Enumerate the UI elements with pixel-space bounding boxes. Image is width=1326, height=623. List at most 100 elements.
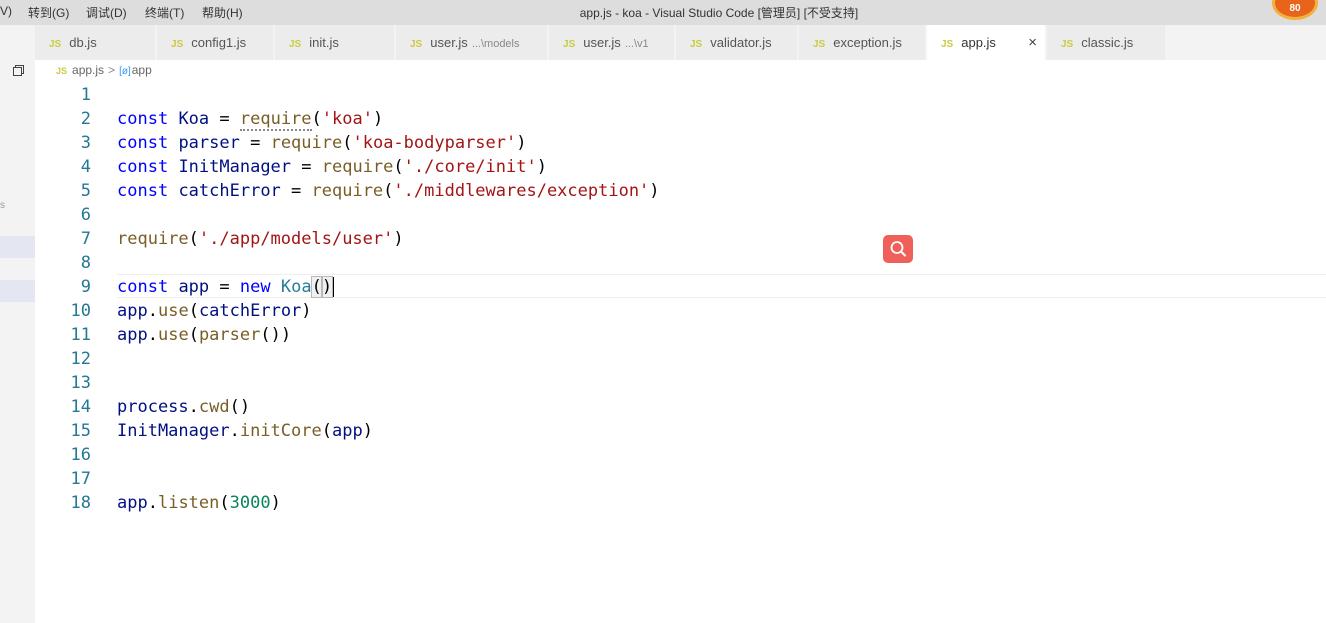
- code-line[interactable]: 14 process.cwd(): [35, 395, 1326, 419]
- code-line[interactable]: 11 app.use(parser()): [35, 323, 1326, 347]
- tab-label: config1.js: [191, 35, 247, 50]
- tab-app-js[interactable]: JS app.js ×: [927, 25, 1046, 60]
- tab-label: app.js: [961, 35, 996, 50]
- code-line[interactable]: 6: [35, 203, 1326, 227]
- tab-description: ...\models: [471, 38, 520, 50]
- code-token: =: [280, 181, 312, 201]
- code-line[interactable]: 1: [35, 83, 1326, 107]
- breadcrumb: JS app.js > [ø]app: [56, 63, 152, 77]
- tab-user-js-models[interactable]: JS user.js ...\models: [396, 25, 548, 60]
- code-token: InitManager: [178, 157, 292, 177]
- tab-config1-js[interactable]: JS config1.js: [157, 25, 274, 60]
- code-token: app: [178, 277, 210, 297]
- code-text: app.use(parser()): [117, 323, 291, 347]
- js-file-icon: JS: [171, 39, 184, 50]
- line-number: 2: [80, 109, 91, 129]
- code-line[interactable]: 18 app.listen(3000): [35, 491, 1326, 515]
- code-text: const InitManager = require('./core/init…: [117, 155, 547, 179]
- code-token: Koa: [280, 277, 312, 297]
- tab-db-js[interactable]: JS db.js: [35, 25, 156, 60]
- code-line[interactable]: 16: [35, 443, 1326, 467]
- code-token: const: [117, 181, 169, 201]
- tab-exception-js[interactable]: JS exception.js: [799, 25, 926, 60]
- js-file-icon: JS: [410, 39, 423, 50]
- code-line[interactable]: 7 require('./app/models/user'): [35, 227, 1326, 251]
- breadcrumb-symbol[interactable]: app: [132, 63, 152, 77]
- line-number: 3: [80, 133, 91, 153]
- code-token: require: [270, 133, 343, 153]
- code-token: ): [270, 493, 281, 513]
- line-number: 9: [80, 277, 91, 297]
- code-token: require: [117, 229, 189, 249]
- code-line[interactable]: 13: [35, 371, 1326, 395]
- code-token: ): [649, 181, 660, 201]
- code-token: require: [239, 109, 312, 131]
- code-line[interactable]: 8: [35, 251, 1326, 275]
- title-bar: V) 转到(G) 调试(D) 终端(T) 帮助(H) app.js - koa …: [0, 0, 1326, 25]
- code-line[interactable]: 17: [35, 467, 1326, 491]
- text-cursor: [332, 277, 335, 297]
- code-token: 3000: [229, 493, 271, 513]
- close-icon[interactable]: ×: [1028, 25, 1037, 60]
- code-token: (: [321, 421, 332, 441]
- restore-window-icon[interactable]: [13, 65, 24, 76]
- line-number: 17: [70, 469, 91, 489]
- tab-label: exception.js: [833, 35, 902, 50]
- tab-validator-js[interactable]: JS validator.js: [676, 25, 798, 60]
- code-line[interactable]: 5 const catchError = require('./middlewar…: [35, 179, 1326, 203]
- code-line[interactable]: 9 const app = new Koa(): [35, 275, 1326, 299]
- code-token: =: [209, 277, 240, 297]
- code-token: app: [117, 301, 148, 321]
- window-title: app.js - koa - Visual Studio Code [管理员] …: [579, 6, 859, 20]
- code-token: const: [117, 157, 169, 177]
- code-token: =: [239, 133, 271, 153]
- code-token: require: [321, 157, 394, 177]
- line-number: 4: [80, 157, 91, 177]
- code-token: (: [310, 276, 323, 298]
- variable-symbol-icon: [ø]: [119, 66, 131, 77]
- line-number: 15: [70, 421, 91, 441]
- code-token: parser: [178, 133, 240, 153]
- code-token: .: [229, 421, 240, 441]
- sidebar-fragment-text: s: [0, 200, 5, 211]
- code-line[interactable]: 15 InitManager.initCore(app): [35, 419, 1326, 443]
- line-number: 14: [70, 397, 91, 417]
- code-token: cwd: [198, 397, 230, 417]
- search-button[interactable]: [883, 235, 913, 263]
- sidebar-highlight[interactable]: [0, 236, 35, 258]
- tab-description: ...\v1: [624, 38, 649, 50]
- code-line[interactable]: 10 app.use(catchError): [35, 299, 1326, 323]
- code-text: require('./app/models/user'): [117, 227, 404, 251]
- search-icon: [890, 241, 906, 257]
- code-line[interactable]: 2 const Koa = require('koa'): [35, 107, 1326, 131]
- js-file-icon: JS: [563, 39, 576, 50]
- code-token: parser: [198, 325, 261, 345]
- code-line[interactable]: 3 const parser = require('koa-bodyparser'…: [35, 131, 1326, 155]
- code-token: app: [117, 493, 148, 513]
- code-token: =: [209, 109, 240, 129]
- tab-classic-js[interactable]: JS classic.js: [1047, 25, 1166, 60]
- code-token: 'koa': [321, 109, 373, 129]
- tab-init-js[interactable]: JS init.js: [275, 25, 395, 60]
- code-token: catchError: [178, 181, 281, 201]
- code-editor[interactable]: 1 2 const Koa = require('koa') 3 const parse…: [35, 83, 1326, 623]
- code-token: (: [311, 109, 322, 129]
- js-file-icon: JS: [289, 39, 302, 50]
- code-token: (: [188, 301, 199, 321]
- sidebar-highlight[interactable]: [0, 280, 35, 302]
- breadcrumb-separator: >: [108, 63, 116, 77]
- line-number: 12: [70, 349, 91, 369]
- code-token: Koa: [178, 109, 210, 129]
- code-line[interactable]: 12: [35, 347, 1326, 371]
- breadcrumb-file[interactable]: app.js: [72, 63, 104, 77]
- code-token: .: [188, 397, 199, 417]
- code-token: './app/models/user': [198, 229, 394, 249]
- tab-user-js-v1[interactable]: JS user.js ...\v1: [549, 25, 675, 60]
- code-token: (: [188, 229, 199, 249]
- tab-label: user.js: [430, 35, 468, 50]
- code-token: const: [117, 109, 169, 129]
- code-line[interactable]: 4 const InitManager = require('./core/ini…: [35, 155, 1326, 179]
